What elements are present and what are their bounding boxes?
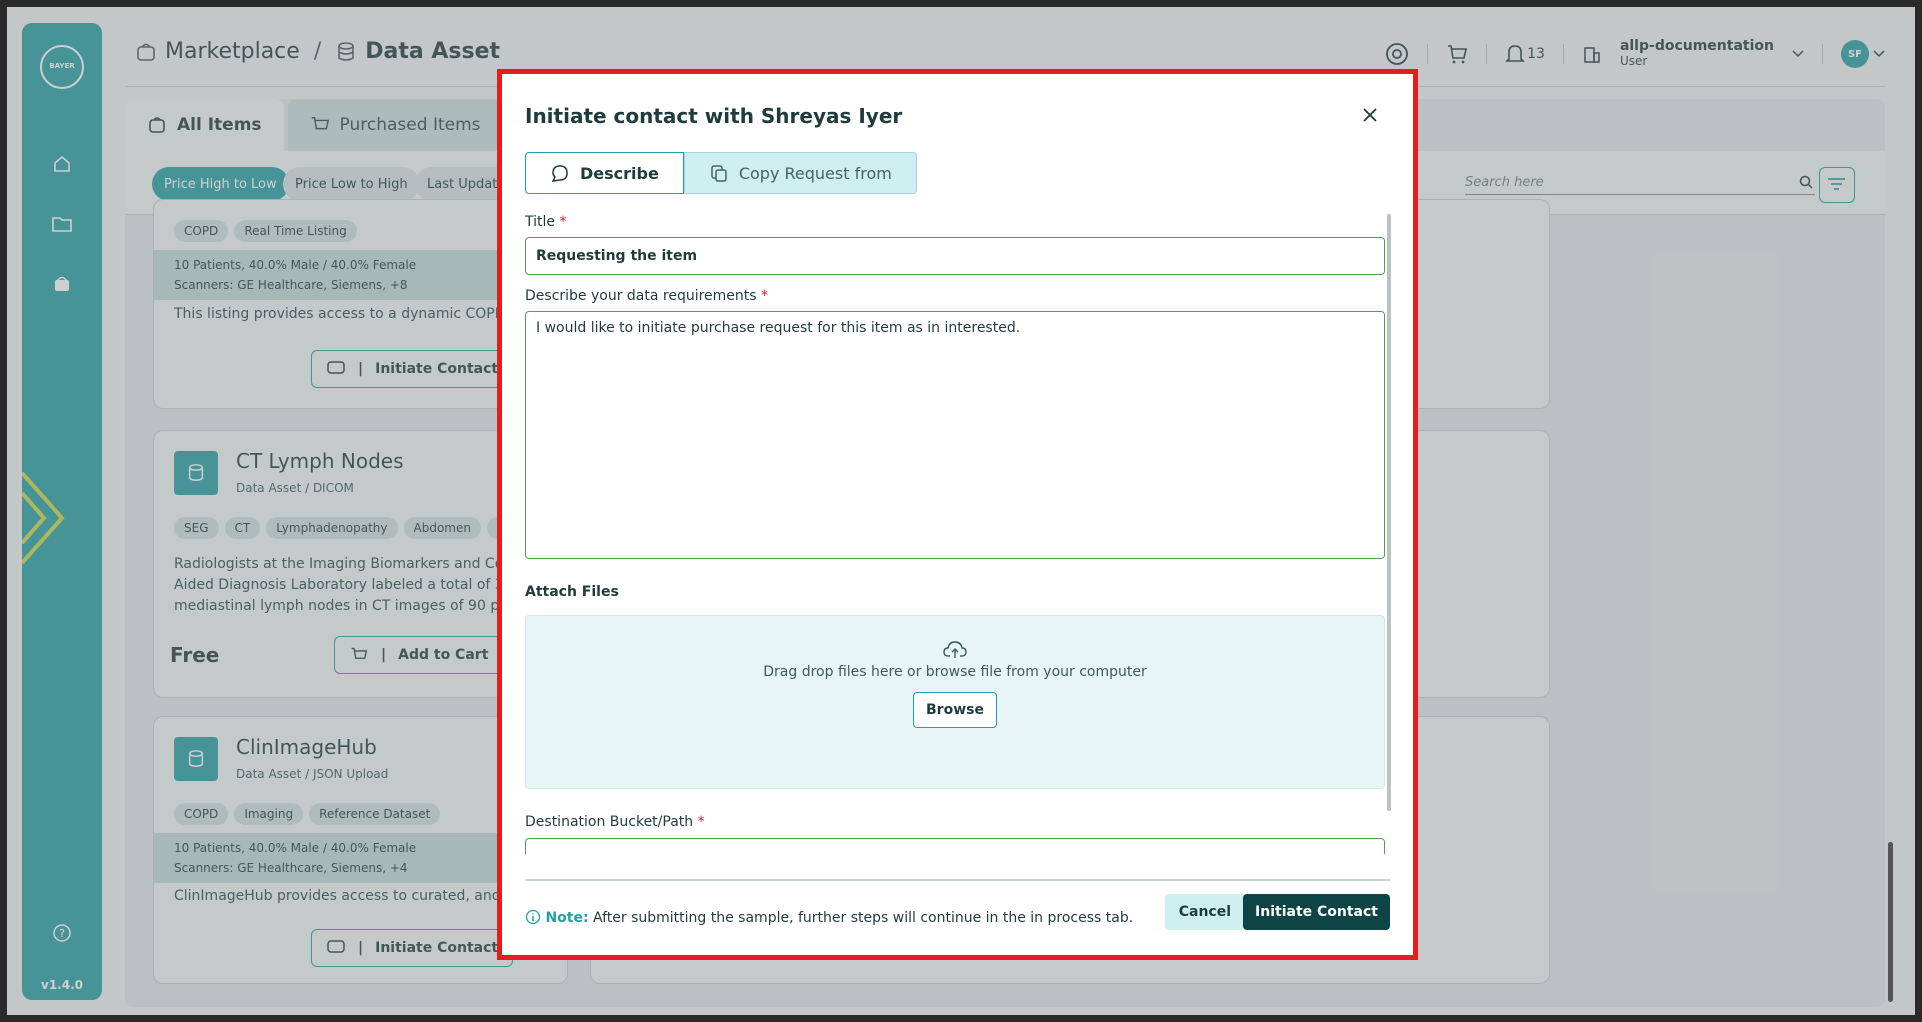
tab-label: Copy Request from <box>738 163 892 183</box>
requirements-label: Describe your data requirements * <box>525 288 769 304</box>
modal-scrollbar[interactable] <box>1387 214 1391 811</box>
browse-button[interactable]: Browse <box>913 692 997 728</box>
title-input[interactable]: Requesting the item <box>525 237 1385 275</box>
note-label: Note: <box>545 910 589 926</box>
tab-label: Describe <box>580 163 659 183</box>
dropzone-text: Drag drop files here or browse file from… <box>763 664 1147 680</box>
footer-note: Note: After submitting the sample, furth… <box>525 909 1133 926</box>
chat-icon <box>551 165 568 182</box>
requirements-textarea[interactable]: I would like to initiate purchase reques… <box>525 311 1385 559</box>
destination-input[interactable] <box>525 838 1385 854</box>
initiate-contact-modal: Initiate contact with Shreyas Iyer Descr… <box>502 74 1413 955</box>
copy-icon <box>711 165 727 182</box>
upload-cloud-icon <box>526 640 1384 660</box>
modal-title: Initiate contact with Shreyas Iyer <box>525 104 903 128</box>
attach-files-label: Attach Files <box>525 584 619 600</box>
modal-tabs: Describe Copy Request from <box>525 152 917 194</box>
note-text: After submitting the sample, further ste… <box>593 910 1134 926</box>
tab-copy-request[interactable]: Copy Request from <box>683 152 917 194</box>
initiate-contact-submit-button[interactable]: Initiate Contact <box>1243 894 1390 930</box>
file-dropzone[interactable]: Drag drop files here or browse file from… <box>525 615 1385 789</box>
title-label: Title * <box>525 214 567 230</box>
close-icon[interactable] <box>1357 102 1383 128</box>
tab-describe[interactable]: Describe <box>525 152 684 194</box>
info-icon <box>525 909 541 925</box>
destination-label: Destination Bucket/Path * <box>525 814 705 830</box>
page-scrollbar[interactable] <box>1888 842 1893 1002</box>
modal-body: Title * Requesting the item Describe you… <box>525 214 1385 854</box>
modal-footer: Note: After submitting the sample, furth… <box>525 879 1390 949</box>
cancel-button[interactable]: Cancel <box>1164 894 1245 930</box>
